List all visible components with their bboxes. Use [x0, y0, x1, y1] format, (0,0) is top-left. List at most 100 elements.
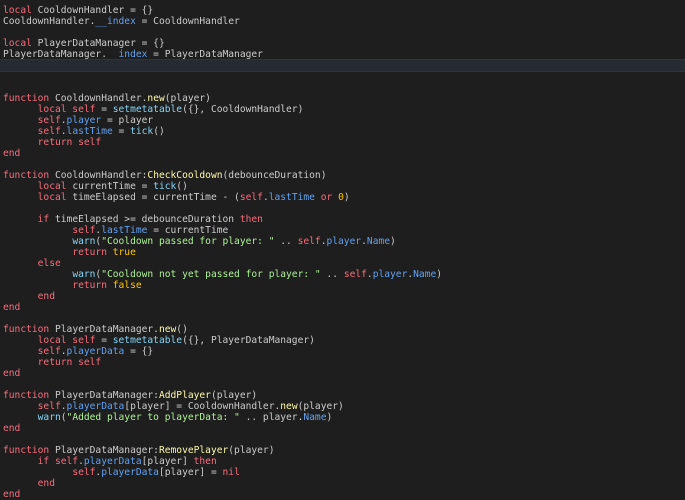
code-token: lastTime: [268, 192, 315, 203]
code-line[interactable]: self.playerData[player] = nil: [0, 467, 685, 478]
code-token: (): [153, 126, 165, 137]
code-line[interactable]: end: [0, 368, 685, 379]
code-line[interactable]: [0, 313, 685, 324]
code-token: ({}, CooldownHandler): [182, 104, 304, 115]
code-line[interactable]: end: [0, 302, 685, 313]
code-token: playerData: [83, 456, 142, 467]
code-token: then: [193, 456, 217, 467]
code-token: self: [72, 225, 96, 236]
code-line[interactable]: [0, 434, 685, 445]
code-line[interactable]: warn("Added player to playerData: " .. p…: [0, 412, 685, 423]
code-token: PlayerDataManager.: [3, 49, 107, 60]
code-line[interactable]: [0, 379, 685, 390]
code-line[interactable]: [0, 203, 685, 214]
code-token: RemovePlayer: [158, 445, 229, 456]
code-line[interactable]: [0, 159, 685, 170]
code-line[interactable]: return self: [0, 137, 685, 148]
code-token: timeElapsed = currentTime - (: [66, 192, 240, 203]
code-token: self: [297, 236, 321, 247]
code-token: new: [147, 93, 165, 104]
code-token: = CooldownHandler: [135, 16, 240, 27]
code-line[interactable]: if self.playerData[player] then: [0, 456, 685, 467]
code-line[interactable]: self.playerData[player] = CooldownHandle…: [0, 401, 685, 412]
code-line[interactable]: function CooldownHandler.new(player): [0, 93, 685, 104]
code-token: playerData: [101, 467, 159, 478]
code-token: PlayerDataManager.: [49, 324, 159, 335]
code-line[interactable]: return true: [0, 247, 685, 258]
code-line[interactable]: warn("Cooldown passed for player: " .. s…: [0, 236, 685, 247]
code-line[interactable]: end: [0, 148, 685, 159]
code-token: (debounceDuration): [222, 170, 327, 181]
code-token: ): [436, 269, 443, 280]
code-token: tick: [153, 181, 177, 192]
code-line[interactable]: self.player = player: [0, 115, 685, 126]
code-line[interactable]: local PlayerDataManager = {}: [0, 38, 685, 49]
code-token: false: [112, 280, 142, 291]
code-token: timeElapsed >= debounceDuration: [49, 214, 240, 225]
code-token: function: [3, 445, 50, 456]
code-line[interactable]: function CooldownHandler:CheckCooldown(d…: [0, 170, 685, 181]
code-token: self: [343, 269, 367, 280]
code-token: (player): [297, 401, 344, 412]
code-line[interactable]: warn("Cooldown not yet passed for player…: [0, 269, 685, 280]
code-line[interactable]: end: [0, 423, 685, 434]
code-line-current[interactable]: [0, 59, 685, 72]
code-line[interactable]: end: [0, 478, 685, 489]
code-token: playerData: [66, 401, 125, 412]
code-line[interactable]: self.lastTime = currentTime: [0, 225, 685, 236]
code-line[interactable]: end: [0, 291, 685, 302]
code-token: ): [343, 192, 350, 203]
code-line[interactable]: self.playerData = {}: [0, 346, 685, 357]
code-line[interactable]: return self: [0, 357, 685, 368]
code-token: local: [3, 5, 32, 16]
code-token: warn: [72, 269, 96, 280]
code-line[interactable]: [0, 27, 685, 38]
code-token: function: [3, 170, 50, 181]
code-token: nil: [222, 467, 240, 478]
code-line[interactable]: if timeElapsed >= debounceDuration then: [0, 214, 685, 225]
code-line[interactable]: CooldownHandler.__index = CooldownHandle…: [0, 16, 685, 27]
code-line[interactable]: local self = setmetatable({}, PlayerData…: [0, 335, 685, 346]
code-editor[interactable]: local CooldownHandler = {} CooldownHandle…: [0, 0, 685, 500]
code-token: self: [37, 126, 61, 137]
code-line[interactable]: return false: [0, 280, 685, 291]
code-token: = currentTime: [147, 225, 229, 236]
code-token: (player): [228, 445, 275, 456]
code-line[interactable]: function PlayerDataManager.new(): [0, 324, 685, 335]
code-token: PlayerDataManager:: [49, 445, 159, 456]
code-line[interactable]: function PlayerDataManager:RemovePlayer(…: [0, 445, 685, 456]
code-line[interactable]: local CooldownHandler = {}: [0, 5, 685, 16]
code-line[interactable]: [0, 82, 685, 93]
code-token: = PlayerDataManager: [147, 49, 263, 60]
code-line[interactable]: end: [0, 489, 685, 500]
code-token: [player] = CooldownHandler.: [124, 401, 281, 412]
code-token: warn: [37, 412, 61, 423]
code-line[interactable]: self.lastTime = tick(): [0, 126, 685, 137]
code-token: lastTime: [101, 225, 148, 236]
code-token: CooldownHandler.: [3, 16, 96, 27]
code-line[interactable]: local timeElapsed = currentTime - (self.…: [0, 192, 685, 203]
code-line[interactable]: else: [0, 258, 685, 269]
code-token: [player] =: [158, 467, 223, 478]
code-token: (): [176, 324, 188, 335]
code-token: return: [72, 280, 107, 291]
code-line[interactable]: PlayerDataManager.__index = PlayerDataMa…: [0, 49, 685, 60]
code-line[interactable]: [0, 71, 685, 82]
code-line[interactable]: local self = setmetatable({}, CooldownHa…: [0, 104, 685, 115]
code-line[interactable]: local currentTime = tick(): [0, 181, 685, 192]
code-token: (): [176, 181, 188, 192]
code-line[interactable]: function PlayerDataManager:AddPlayer(pla…: [0, 390, 685, 401]
code-token: self: [37, 115, 61, 126]
